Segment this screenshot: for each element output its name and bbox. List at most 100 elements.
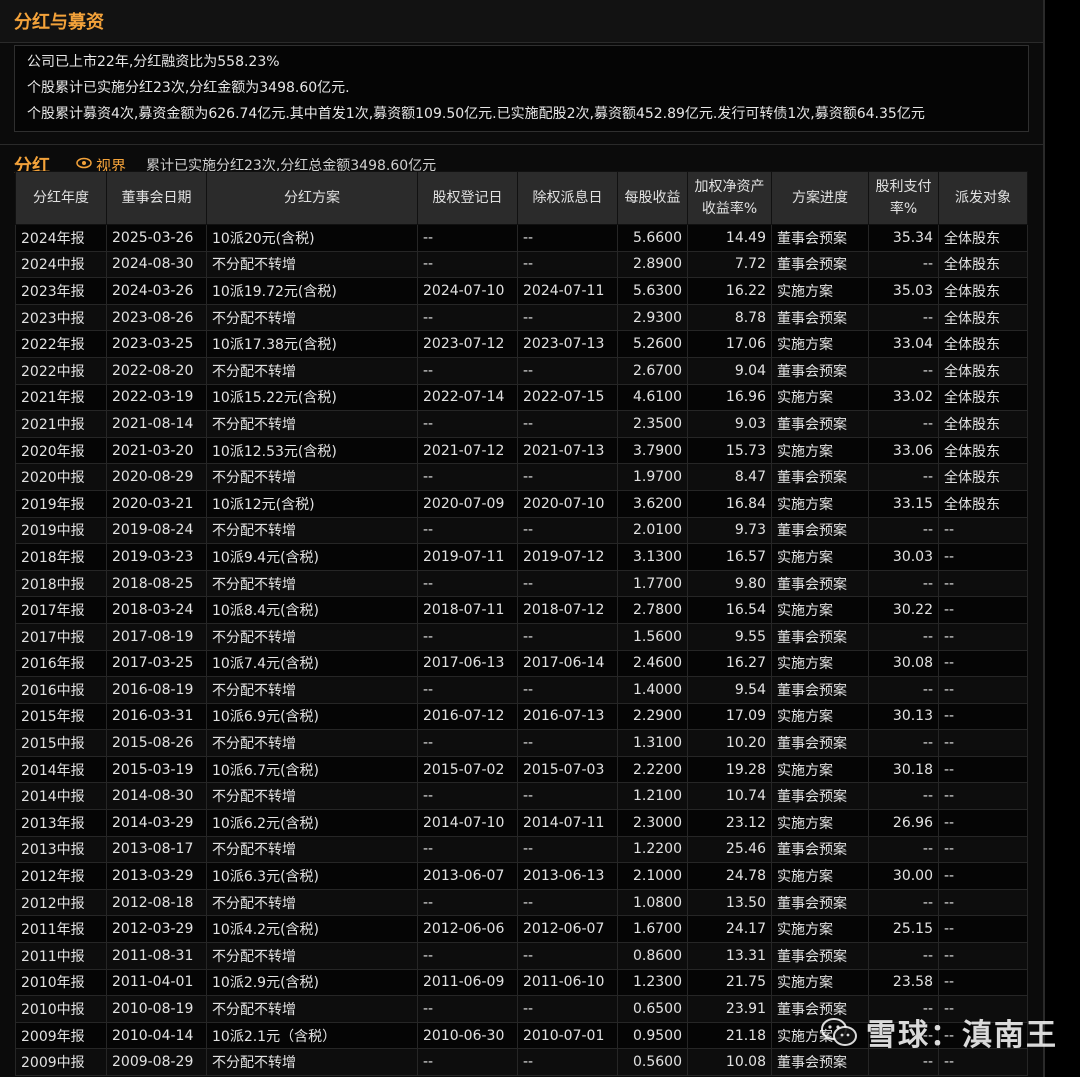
table-row[interactable]: 2017年报 2018-03-24 10派8.4元(含税) 2018-07-11 201… bbox=[15, 596, 1028, 624]
col-header-progress[interactable]: 方案进度 bbox=[771, 171, 869, 225]
cell-target: 全体股东 bbox=[938, 463, 1028, 491]
cell-plan: 10派17.38元(含税) bbox=[206, 330, 418, 358]
cell-eps: 1.3100 bbox=[617, 729, 688, 757]
cell-progress: 董事会预案 bbox=[771, 410, 869, 438]
table-row[interactable]: 2013中报 2013-08-17 不分配不转增 -- -- 1.2200 25.46 董事会… bbox=[15, 835, 1028, 864]
cell-plan: 10派6.2元(含税) bbox=[206, 809, 418, 837]
cell-payout: -- bbox=[868, 622, 939, 651]
cell-payout: -- bbox=[868, 835, 939, 864]
table-row[interactable]: 2014中报 2014-08-30 不分配不转增 -- -- 1.2100 10.74 董事会… bbox=[15, 782, 1028, 811]
financing-summary-box: 公司已上市22年,分红融资比为558.23% 个股累计已实施分红23次,分红金额… bbox=[14, 45, 1029, 132]
cell-roe: 13.31 bbox=[687, 942, 772, 970]
table-row[interactable]: 2020中报 2020-08-29 不分配不转增 -- -- 1.9700 8.47 董事会预… bbox=[15, 463, 1028, 491]
table-row[interactable]: 2018年报 2019-03-23 10派9.4元(含税) 2019-07-11 201… bbox=[15, 543, 1028, 571]
table-row[interactable]: 2014年报 2015-03-19 10派6.7元(含税) 2015-07-02 201… bbox=[15, 755, 1028, 784]
cell-ex-date: -- bbox=[517, 888, 618, 917]
section-title: 分红与募资 bbox=[14, 12, 104, 33]
cell-year: 2017年报 bbox=[15, 596, 107, 624]
cell-eps: 0.5600 bbox=[617, 1048, 688, 1076]
col-header-target[interactable]: 派发对象 bbox=[938, 171, 1028, 225]
col-header-roe[interactable]: 加权净资产收益率% bbox=[687, 171, 772, 225]
cell-ex-date: -- bbox=[517, 224, 618, 252]
cell-progress: 董事会预案 bbox=[771, 835, 869, 864]
cell-board-date: 2012-03-29 bbox=[106, 915, 207, 944]
table-row[interactable]: 2016中报 2016-08-19 不分配不转增 -- -- 1.4000 9.54 董事会预… bbox=[15, 676, 1028, 704]
table-row[interactable]: 2020年报 2021-03-20 10派12.53元(含税) 2021-07-12 2… bbox=[15, 436, 1028, 465]
cell-payout: 30.13 bbox=[868, 702, 939, 731]
cell-record-date: -- bbox=[417, 356, 518, 385]
table-row[interactable]: 2015年报 2016-03-31 10派6.9元(含税) 2016-07-12 201… bbox=[15, 702, 1028, 731]
cell-board-date: 2017-08-19 bbox=[106, 622, 207, 651]
cell-plan: 10派9.4元(含税) bbox=[206, 543, 418, 571]
summary-line-1: 公司已上市22年,分红融资比为558.23% bbox=[27, 54, 280, 70]
table-row[interactable]: 2023中报 2023-08-26 不分配不转增 -- -- 2.9300 8.78 董事会预… bbox=[15, 303, 1028, 332]
cell-plan: 10派19.72元(含税) bbox=[206, 277, 418, 305]
cell-payout: -- bbox=[868, 888, 939, 917]
cell-eps: 3.1300 bbox=[617, 543, 688, 571]
col-header-board-date[interactable]: 董事会日期 bbox=[106, 171, 207, 225]
table-row[interactable]: 2022年报 2023-03-25 10派17.38元(含税) 2023-07-12 2… bbox=[15, 330, 1028, 358]
table-row[interactable]: 2019年报 2020-03-21 10派12元(含税) 2020-07-09 2020… bbox=[15, 489, 1028, 518]
table-row[interactable]: 2012中报 2012-08-18 不分配不转增 -- -- 1.0800 13.50 董事会… bbox=[15, 888, 1028, 917]
cell-plan: 不分配不转增 bbox=[206, 835, 418, 864]
table-row[interactable]: 2021年报 2022-03-19 10派15.22元(含税) 2022-07-14 2… bbox=[15, 383, 1028, 412]
cell-eps: 2.9300 bbox=[617, 303, 688, 332]
cell-plan: 10派7.4元(含税) bbox=[206, 649, 418, 678]
table-row[interactable]: 2021中报 2021-08-14 不分配不转增 -- -- 2.3500 9.03 董事会预… bbox=[15, 410, 1028, 438]
cell-target: 全体股东 bbox=[938, 383, 1028, 412]
cell-payout: -- bbox=[868, 516, 939, 545]
table-row[interactable]: 2013年报 2014-03-29 10派6.2元(含税) 2014-07-10 201… bbox=[15, 809, 1028, 837]
cell-record-date: 2013-06-07 bbox=[417, 862, 518, 890]
cell-progress: 实施方案 bbox=[771, 277, 869, 305]
cell-record-date: -- bbox=[417, 1048, 518, 1076]
table-row[interactable]: 2012年报 2013-03-29 10派6.3元(含税) 2013-06-07 201… bbox=[15, 862, 1028, 890]
col-header-eps[interactable]: 每股收益 bbox=[617, 171, 688, 225]
cell-board-date: 2024-08-30 bbox=[106, 250, 207, 279]
cell-payout: -- bbox=[868, 676, 939, 704]
cell-record-date: -- bbox=[417, 995, 518, 1023]
cell-roe: 24.17 bbox=[687, 915, 772, 944]
cell-plan: 不分配不转增 bbox=[206, 1048, 418, 1076]
table-row[interactable]: 2011年报 2012-03-29 10派4.2元(含税) 2012-06-06 201… bbox=[15, 915, 1028, 944]
table-row[interactable]: 2024中报 2024-08-30 不分配不转增 -- -- 2.8900 7.72 董事会预… bbox=[15, 250, 1028, 279]
cell-roe: 21.75 bbox=[687, 968, 772, 997]
cell-ex-date: 2011-06-10 bbox=[517, 968, 618, 997]
cell-roe: 10.20 bbox=[687, 729, 772, 757]
col-header-ex-date[interactable]: 除权派息日 bbox=[517, 171, 618, 225]
cell-target: -- bbox=[938, 676, 1028, 704]
col-header-payout[interactable]: 股利支付率% bbox=[868, 171, 939, 225]
cell-progress: 董事会预案 bbox=[771, 676, 869, 704]
cell-year: 2012中报 bbox=[15, 888, 107, 917]
cell-target: -- bbox=[938, 569, 1028, 598]
cell-year: 2020年报 bbox=[15, 436, 107, 465]
table-row[interactable]: 2010年报 2011-04-01 10派2.9元(含税) 2011-06-09 201… bbox=[15, 968, 1028, 997]
cell-plan: 10派2.9元(含税) bbox=[206, 968, 418, 997]
cell-year: 2010年报 bbox=[15, 968, 107, 997]
col-header-year[interactable]: 分红年度 bbox=[15, 171, 107, 225]
table-row[interactable]: 2023年报 2024-03-26 10派19.72元(含税) 2024-07-10 2… bbox=[15, 277, 1028, 305]
table-row[interactable]: 2015中报 2015-08-26 不分配不转增 -- -- 1.3100 10.20 董事会… bbox=[15, 729, 1028, 757]
cell-plan: 不分配不转增 bbox=[206, 942, 418, 970]
cell-eps: 2.3000 bbox=[617, 809, 688, 837]
cell-eps: 5.6300 bbox=[617, 277, 688, 305]
table-row[interactable]: 2024年报 2025-03-26 10派20元(含税) -- -- 5.6600 14.4… bbox=[15, 224, 1028, 252]
cell-board-date: 2021-08-14 bbox=[106, 410, 207, 438]
cell-year: 2015年报 bbox=[15, 702, 107, 731]
cell-board-date: 2020-08-29 bbox=[106, 463, 207, 491]
table-row[interactable]: 2017中报 2017-08-19 不分配不转增 -- -- 1.5600 9.55 董事会预… bbox=[15, 622, 1028, 651]
cell-record-date: -- bbox=[417, 463, 518, 491]
table-row[interactable]: 2019中报 2019-08-24 不分配不转增 -- -- 2.0100 9.73 董事会预… bbox=[15, 516, 1028, 545]
table-row[interactable]: 2016年报 2017-03-25 10派7.4元(含税) 2017-06-13 201… bbox=[15, 649, 1028, 678]
table-row[interactable]: 2011中报 2011-08-31 不分配不转增 -- -- 0.8600 13.31 董事会… bbox=[15, 942, 1028, 970]
cell-payout: -- bbox=[868, 410, 939, 438]
cell-year: 2009中报 bbox=[15, 1048, 107, 1076]
col-header-plan[interactable]: 分红方案 bbox=[206, 171, 418, 225]
cell-board-date: 2018-08-25 bbox=[106, 569, 207, 598]
col-header-record-date[interactable]: 股权登记日 bbox=[417, 171, 518, 225]
table-row[interactable]: 2022中报 2022-08-20 不分配不转增 -- -- 2.6700 9.04 董事会预… bbox=[15, 356, 1028, 385]
cell-ex-date: -- bbox=[517, 463, 618, 491]
cell-year: 2016年报 bbox=[15, 649, 107, 678]
cell-eps: 1.4000 bbox=[617, 676, 688, 704]
table-row[interactable]: 2018中报 2018-08-25 不分配不转增 -- -- 1.7700 9.80 董事会预… bbox=[15, 569, 1028, 598]
cell-roe: 16.22 bbox=[687, 277, 772, 305]
